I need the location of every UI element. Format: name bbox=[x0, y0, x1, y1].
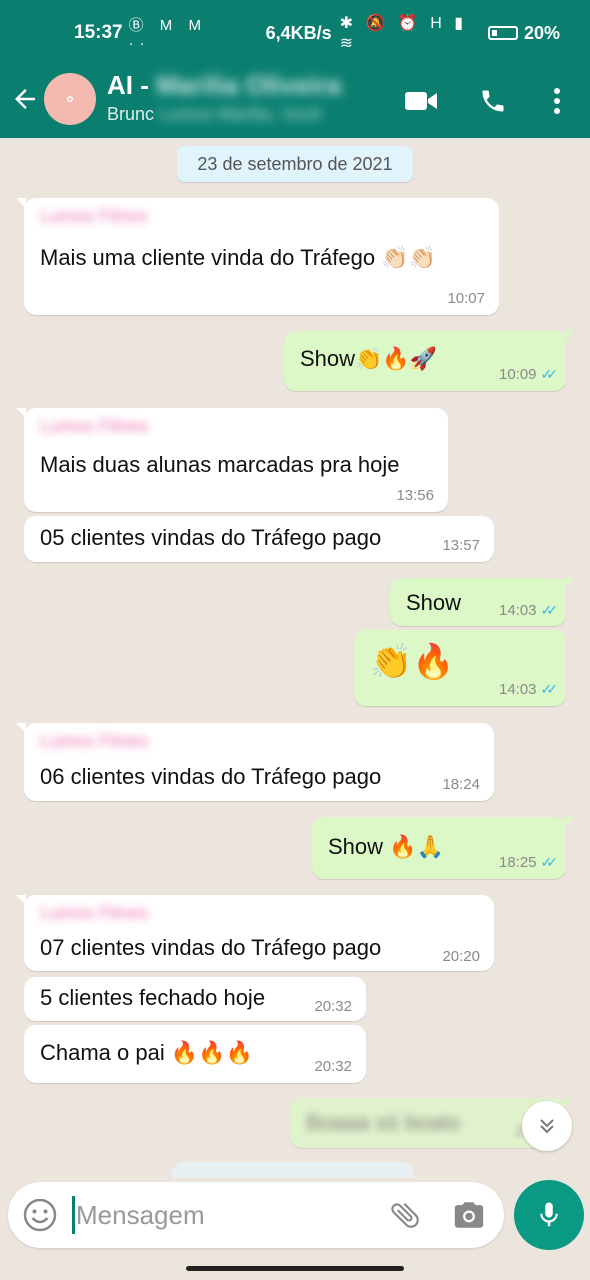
date-separator-partial bbox=[172, 1162, 414, 1178]
read-receipt-icon: ✓✓ bbox=[540, 366, 559, 382]
message-incoming[interactable]: Lumos Fitnes 07 clientes vindas do Tráfe… bbox=[16, 895, 494, 971]
subtitle-visible: Brunc bbox=[107, 104, 155, 124]
contact-name-visible: AI - bbox=[107, 70, 149, 100]
microphone-icon bbox=[540, 1202, 558, 1227]
message-time: 10:07 bbox=[447, 290, 485, 307]
message-text: 👏🔥 bbox=[370, 642, 455, 682]
subtitle-hidden: Lumos Marilia, Você bbox=[159, 104, 322, 124]
voice-call-icon[interactable] bbox=[476, 84, 510, 118]
read-receipt-icon: ✓✓ bbox=[540, 602, 559, 618]
message-incoming[interactable]: Chama o pai 🔥🔥🔥 20:32 bbox=[24, 1025, 366, 1083]
message-incoming[interactable]: 5 clientes fechado hoje 20:32 bbox=[24, 977, 366, 1021]
message-outgoing[interactable]: Show 🔥🙏 18:25 ✓✓ bbox=[312, 817, 574, 879]
video-call-icon[interactable] bbox=[404, 84, 438, 118]
microphone-button[interactable] bbox=[514, 1180, 584, 1250]
contact-name[interactable]: AI - Marilia Oliveira bbox=[107, 70, 341, 101]
scroll-down-icon[interactable] bbox=[522, 1101, 572, 1151]
chat-header: ✿ AI - Marilia Oliveira Brunc Lumos Mari… bbox=[0, 66, 590, 138]
message-incoming[interactable]: Lumos Fitnes Mais uma cliente vinda do T… bbox=[16, 198, 499, 315]
attach-icon[interactable] bbox=[388, 1198, 422, 1232]
home-indicator[interactable] bbox=[186, 1266, 404, 1271]
message-text: Show👏🔥🚀 bbox=[300, 346, 438, 371]
battery-indicator: 20% bbox=[487, 22, 560, 44]
message-meta: 14:03 ✓✓ bbox=[498, 602, 559, 619]
status-bar: 15:37 Ⓑ M M ·· 6,4KB/s ✱ 🔕 ⏰ H ▮ ≋ 20% bbox=[0, 0, 590, 66]
back-arrow-icon[interactable] bbox=[10, 84, 40, 114]
message-composer: Mensagem bbox=[8, 1182, 504, 1248]
sender-name: Lumos Fitnes bbox=[40, 416, 149, 436]
text-caret bbox=[72, 1196, 75, 1234]
contact-subtitle: Brunc Lumos Marilia, Você bbox=[107, 104, 321, 125]
notification-icons: Ⓑ M M ·· bbox=[128, 17, 207, 52]
read-receipt-icon: ✓✓ bbox=[540, 681, 559, 697]
contact-name-hidden: Marilia Oliveira bbox=[156, 70, 342, 100]
message-text: 05 clientes vindas do Tráfego pago bbox=[40, 525, 382, 550]
network-rate: 6,4KB/s bbox=[265, 22, 332, 43]
sender-name: Lumos Fitnes bbox=[40, 903, 149, 923]
message-text: Chama o pai 🔥🔥🔥 bbox=[40, 1040, 254, 1065]
message-text: Mais uma cliente vinda do Tráfego 👏🏻👏🏻 bbox=[40, 245, 436, 270]
message-time: 14:03 bbox=[498, 602, 537, 619]
message-incoming[interactable]: Lumos Fitnes Mais duas alunas marcadas p… bbox=[16, 408, 448, 512]
message-text: Boaaa só boato bbox=[306, 1110, 461, 1135]
emoji-icon[interactable] bbox=[22, 1197, 58, 1233]
camera-icon[interactable] bbox=[452, 1198, 486, 1232]
avatar[interactable]: ✿ bbox=[44, 73, 96, 125]
message-time: 10:09 bbox=[498, 366, 537, 383]
battery-level: 20% bbox=[523, 22, 560, 43]
message-outgoing[interactable]: Show👏🔥🚀 10:09 ✓✓ bbox=[284, 331, 574, 391]
message-time: 14:03 bbox=[498, 681, 537, 698]
message-input[interactable]: Mensagem bbox=[76, 1200, 205, 1231]
system-icons: ✱ 🔕 ⏰ H ▮ ≋ bbox=[339, 15, 467, 52]
message-outgoing[interactable]: Show 14:03 ✓✓ bbox=[390, 578, 574, 626]
message-text: Show bbox=[406, 590, 462, 615]
message-time: 13:57 bbox=[442, 537, 480, 554]
sender-name: Lumos Fitnes bbox=[40, 731, 149, 751]
date-separator: 23 de setembro de 2021 bbox=[177, 146, 413, 182]
message-time: 18:24 bbox=[442, 776, 480, 793]
message-incoming[interactable]: 05 clientes vindas do Tráfego pago 13:57 bbox=[24, 516, 494, 562]
message-text: 07 clientes vindas do Tráfego pago bbox=[40, 935, 382, 960]
sender-name: Lumos Fitnes bbox=[40, 206, 149, 226]
message-meta: 14:03 ✓✓ bbox=[498, 681, 559, 698]
message-incoming[interactable]: Lumos Fitnes 06 clientes vindas do Tráfe… bbox=[16, 723, 494, 801]
more-options-icon[interactable] bbox=[540, 84, 574, 118]
message-meta: 18:25 ✓✓ bbox=[498, 854, 559, 871]
message-text: 5 clientes fechado hoje bbox=[40, 985, 266, 1010]
battery-icon bbox=[487, 26, 518, 40]
message-time: 18:25 bbox=[498, 854, 537, 871]
message-time: 20:32 bbox=[314, 998, 352, 1015]
status-time: 15:37 bbox=[74, 22, 123, 43]
message-list[interactable]: 23 de setembro de 2021 Lumos Fitnes Mais… bbox=[0, 138, 590, 1178]
message-time: 20:20 bbox=[442, 948, 480, 965]
read-receipt-icon: ✓✓ bbox=[540, 854, 559, 870]
message-meta: 10:09 ✓✓ bbox=[498, 366, 559, 383]
message-outgoing[interactable]: 👏🔥 14:03 ✓✓ bbox=[354, 630, 566, 706]
message-text: Show 🔥🙏 bbox=[328, 834, 444, 859]
message-time: 20:32 bbox=[314, 1058, 352, 1075]
message-time: 13:56 bbox=[396, 487, 434, 504]
message-text: Mais duas alunas marcadas pra hoje bbox=[40, 452, 400, 477]
message-text: 06 clientes vindas do Tráfego pago bbox=[40, 764, 382, 789]
